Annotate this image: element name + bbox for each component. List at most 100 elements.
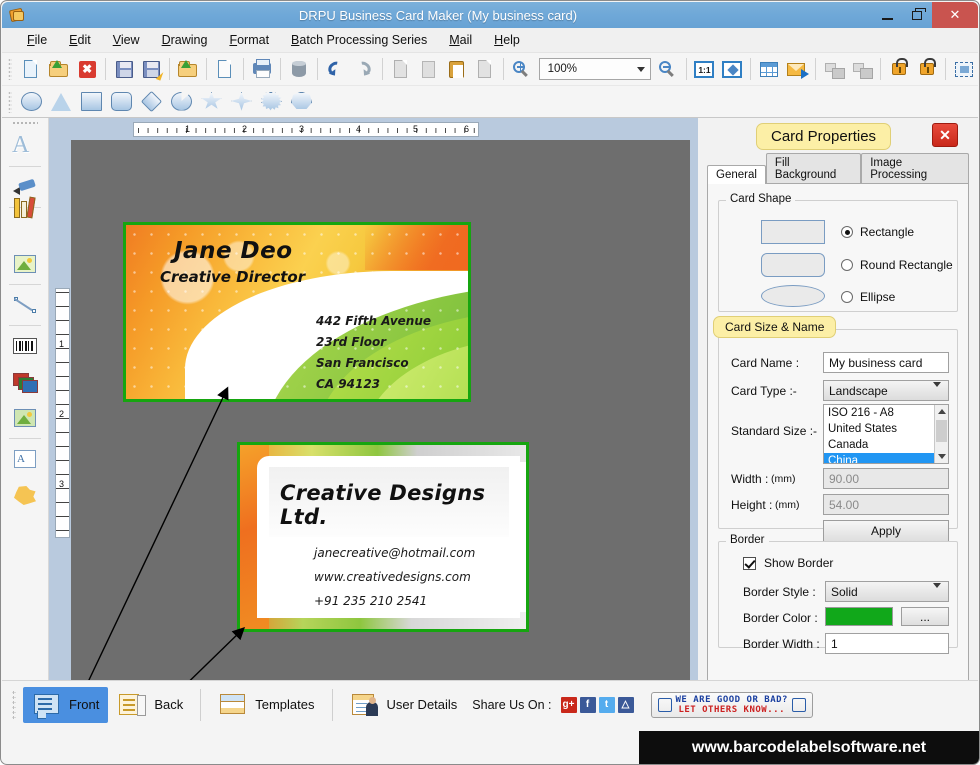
width-input[interactable]: 90.00 <box>823 468 949 489</box>
height-input[interactable]: 54.00 <box>823 494 949 515</box>
zoom-level-combo[interactable]: 100% <box>538 58 651 80</box>
unlock-icon[interactable] <box>914 56 940 83</box>
menu-edit[interactable]: Edit <box>58 30 102 50</box>
radio-rectangle[interactable]: Rectangle <box>841 225 914 239</box>
card-front-role[interactable]: Creative Director <box>160 268 305 286</box>
toolbar-grip[interactable] <box>8 58 12 80</box>
border-color-picker-button[interactable]: ... <box>901 607 949 626</box>
menu-mail[interactable]: Mail <box>438 30 483 50</box>
ellipse-shape-icon[interactable] <box>18 88 46 115</box>
ungroup-icon[interactable] <box>849 56 875 83</box>
group-icon[interactable] <box>821 56 847 83</box>
paste-icon[interactable] <box>444 56 470 83</box>
rectangle-shape-icon[interactable] <box>78 88 106 115</box>
pacman-shape-icon[interactable] <box>168 88 196 115</box>
email-icon[interactable] <box>784 56 810 83</box>
minimize-button[interactable] <box>872 2 902 28</box>
signature-tool-icon[interactable] <box>4 169 46 205</box>
menu-file[interactable]: File <box>16 30 58 50</box>
list-item[interactable]: ISO 216 - A8 <box>824 405 948 421</box>
open-template-icon[interactable] <box>175 56 201 83</box>
grid-icon[interactable] <box>756 56 782 83</box>
scrollbar-thumb[interactable] <box>936 420 947 442</box>
tab-general[interactable]: General <box>707 165 766 184</box>
card-front-name[interactable]: Jane Deo <box>174 238 293 264</box>
tab-templates[interactable]: Templates <box>209 687 323 723</box>
barcode-tool-icon[interactable] <box>4 328 46 364</box>
new-document-icon[interactable] <box>18 56 44 83</box>
image-tool-icon[interactable] <box>4 246 46 282</box>
select-all-icon[interactable] <box>951 56 977 83</box>
business-card-front[interactable]: Jane Deo Creative Director 442 Fifth Ave… <box>123 222 471 402</box>
menu-drawing[interactable]: Drawing <box>151 30 219 50</box>
watermark-tool-icon[interactable]: A <box>4 441 46 477</box>
card-name-input[interactable]: My business card <box>823 352 949 373</box>
text-tool-icon[interactable]: A <box>4 128 46 164</box>
library-tool-icon[interactable] <box>4 196 46 246</box>
round-rectangle-shape-icon[interactable] <box>108 88 136 115</box>
tab-front[interactable]: Front <box>23 686 109 723</box>
shape-tool-icon[interactable] <box>4 477 46 513</box>
bottom-bar-grip[interactable] <box>12 689 16 720</box>
list-item-selected[interactable]: China <box>824 453 948 463</box>
border-color-swatch[interactable] <box>825 607 893 626</box>
close-panel-button[interactable]: ✕ <box>932 123 958 147</box>
shapes-toolbar-grip[interactable] <box>8 90 12 113</box>
copy-icon[interactable] <box>388 56 414 83</box>
menu-view[interactable]: View <box>102 30 151 50</box>
business-card-back[interactable]: Creative Designs Ltd. janecreative@hotma… <box>237 442 529 632</box>
cut-icon[interactable] <box>416 56 442 83</box>
list-item[interactable]: United States <box>824 421 948 437</box>
chevron-down-icon[interactable] <box>636 66 645 72</box>
list-item[interactable]: Canada <box>824 437 948 453</box>
lock-icon[interactable] <box>886 56 912 83</box>
triangle-shape-icon[interactable] <box>48 88 76 115</box>
artboard[interactable]: Jane Deo Creative Director 442 Fifth Ave… <box>71 140 690 709</box>
delete-icon[interactable] <box>472 56 498 83</box>
burst-shape-icon[interactable] <box>258 88 286 115</box>
menu-help[interactable]: Help <box>483 30 531 50</box>
feedback-button[interactable]: WE ARE GOOD OR BAD? LET OTHERS KNOW... <box>650 691 813 718</box>
facebook-icon[interactable]: f <box>579 696 596 713</box>
picture-tool-icon[interactable] <box>4 400 46 436</box>
save-as-icon[interactable] <box>139 56 165 83</box>
close-document-icon[interactable]: ✖ <box>74 56 100 83</box>
zoom-in-icon[interactable] <box>509 56 535 83</box>
card-front-address[interactable]: 442 Fifth Avenue 23rd Floor San Francisc… <box>316 311 431 395</box>
layers-tool-icon[interactable] <box>4 364 46 400</box>
show-border-checkbox[interactable] <box>743 556 756 570</box>
canvas-area[interactable]: 1 2 3 4 5 6 1 2 3 Jane Deo Creative Dire… <box>49 118 698 715</box>
actual-size-icon[interactable]: 1:1 <box>691 56 717 83</box>
radio-ellipse[interactable]: Ellipse <box>841 290 895 304</box>
scroll-up-icon[interactable] <box>935 405 948 418</box>
save-icon[interactable] <box>111 56 137 83</box>
border-style-select[interactable]: Solid <box>825 581 949 602</box>
redo-icon[interactable] <box>351 56 377 83</box>
tab-image-processing[interactable]: Image Processing <box>861 153 969 184</box>
listbox-scrollbar[interactable] <box>934 405 948 463</box>
ellipse-preview[interactable] <box>761 285 825 307</box>
tab-fill-background[interactable]: Fill Background <box>765 153 862 184</box>
open-folder-icon[interactable] <box>46 56 72 83</box>
line-tool-icon[interactable] <box>4 287 46 323</box>
menu-format[interactable]: Format <box>218 30 280 50</box>
twitter-icon[interactable]: t <box>598 696 615 713</box>
radio-round-rectangle[interactable]: Round Rectangle <box>841 258 953 272</box>
card-type-select[interactable]: Landscape <box>823 380 949 401</box>
show-border-row[interactable]: Show Border <box>743 556 833 570</box>
properties-icon[interactable] <box>212 56 238 83</box>
apply-button[interactable]: Apply <box>823 520 949 542</box>
rectangle-preview[interactable] <box>761 220 825 244</box>
tab-user-details[interactable]: User Details <box>341 687 467 723</box>
fit-page-icon[interactable] <box>719 56 745 83</box>
maximize-button[interactable] <box>902 2 932 28</box>
card-back-company[interactable]: Creative Designs Ltd. <box>280 481 526 529</box>
heptagon-shape-icon[interactable] <box>288 88 316 115</box>
google-plus-icon[interactable]: g+ <box>560 696 577 713</box>
undo-icon[interactable] <box>323 56 349 83</box>
card-back-contacts[interactable]: janecreative@hotmail.com www.creativedes… <box>314 541 475 613</box>
diamond-shape-icon[interactable] <box>138 88 166 115</box>
zoom-out-icon[interactable] <box>655 56 681 83</box>
scroll-down-icon[interactable] <box>935 450 948 463</box>
standard-size-listbox[interactable]: ISO 216 - A8 United States Canada China <box>823 404 949 464</box>
